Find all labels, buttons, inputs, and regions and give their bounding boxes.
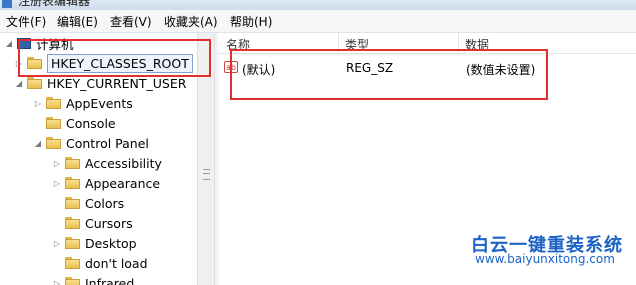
menu-edit[interactable]: 编辑(E) — [57, 13, 98, 30]
highlight-box-default-value — [230, 49, 548, 100]
tree-node-colors[interactable]: Colors — [52, 193, 124, 213]
expand-arrow-icon[interactable]: ▷ — [52, 279, 62, 285]
folder-icon — [65, 197, 80, 209]
expand-arrow-icon[interactable]: ▷ — [52, 159, 62, 168]
menu-file[interactable]: 文件(F) — [6, 13, 46, 30]
expand-arrow-icon[interactable]: ▷ — [33, 99, 43, 108]
folder-icon — [46, 137, 61, 149]
tree-node-accessibility[interactable]: ▷ Accessibility — [52, 153, 162, 173]
menu-help[interactable]: 帮助(H) — [230, 13, 272, 30]
tree-node-infrared[interactable]: ▷ Infrared — [52, 273, 134, 285]
title-bar: 注册表编辑器 — [0, 0, 636, 10]
highlight-box-hkcr — [18, 39, 211, 77]
folder-icon — [46, 97, 61, 109]
tree-node-appearance[interactable]: ▷ Appearance — [52, 173, 160, 193]
tree-node-cursors[interactable]: Cursors — [52, 213, 133, 233]
folder-icon — [65, 277, 80, 285]
tree-node-console[interactable]: Console — [33, 113, 116, 133]
folder-icon — [65, 177, 80, 189]
collapse-arrow-icon[interactable]: ◢ — [33, 139, 43, 148]
folder-icon — [27, 77, 42, 89]
folder-icon — [65, 217, 80, 229]
tree-node-desktop[interactable]: ▷ Desktop — [52, 233, 137, 253]
expand-arrow-icon[interactable]: ▷ — [52, 179, 62, 188]
folder-icon — [65, 237, 80, 249]
menu-bar: 文件(F) 编辑(E) 查看(V) 收藏夹(A) 帮助(H) — [0, 10, 636, 33]
folder-icon — [65, 157, 80, 169]
folder-icon — [65, 257, 80, 269]
scrollbar-grip-icon[interactable] — [203, 169, 210, 180]
tree-node-control-panel[interactable]: ◢ Control Panel — [33, 133, 149, 153]
expand-arrow-icon[interactable]: ▷ — [52, 239, 62, 248]
watermark-url: www.baiyunxitong.com — [475, 252, 615, 266]
menu-favorites[interactable]: 收藏夹(A) — [164, 13, 218, 30]
menu-view[interactable]: 查看(V) — [110, 13, 152, 30]
regedit-app-icon — [2, 0, 12, 8]
collapse-arrow-icon[interactable]: ◢ — [4, 39, 14, 48]
tree-node-dont-load[interactable]: don't load — [52, 253, 148, 273]
collapse-arrow-icon[interactable]: ◢ — [14, 79, 24, 88]
window-title: 注册表编辑器 — [18, 0, 91, 8]
folder-icon — [46, 117, 61, 129]
tree-node-appevents[interactable]: ▷ AppEvents — [33, 93, 133, 113]
